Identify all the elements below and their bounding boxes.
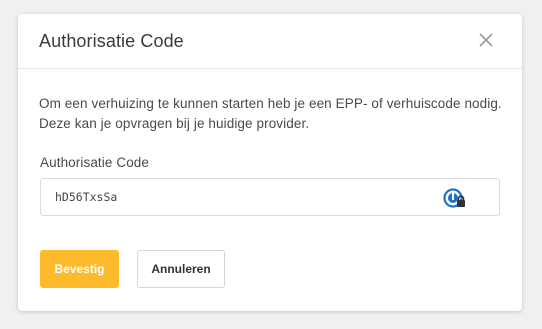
authorisation-code-field [40,178,500,216]
authorisation-code-label: Authorisatie Code [40,155,150,170]
authorisation-dialog: Authorisatie Code Om een verhuizing te k… [18,14,522,311]
cancel-button[interactable]: Annuleren [137,250,225,288]
dialog-description: Om een verhuizing te kunnen starten heb … [39,96,502,131]
dialog-title: Authorisatie Code [39,31,184,51]
dialog-header: Authorisatie Code [18,14,522,69]
authorisation-code-input[interactable] [41,179,441,215]
close-icon [479,33,493,47]
confirm-button[interactable]: Bevestig [40,250,119,288]
password-manager-icon[interactable] [443,188,467,210]
close-button[interactable] [477,31,495,49]
